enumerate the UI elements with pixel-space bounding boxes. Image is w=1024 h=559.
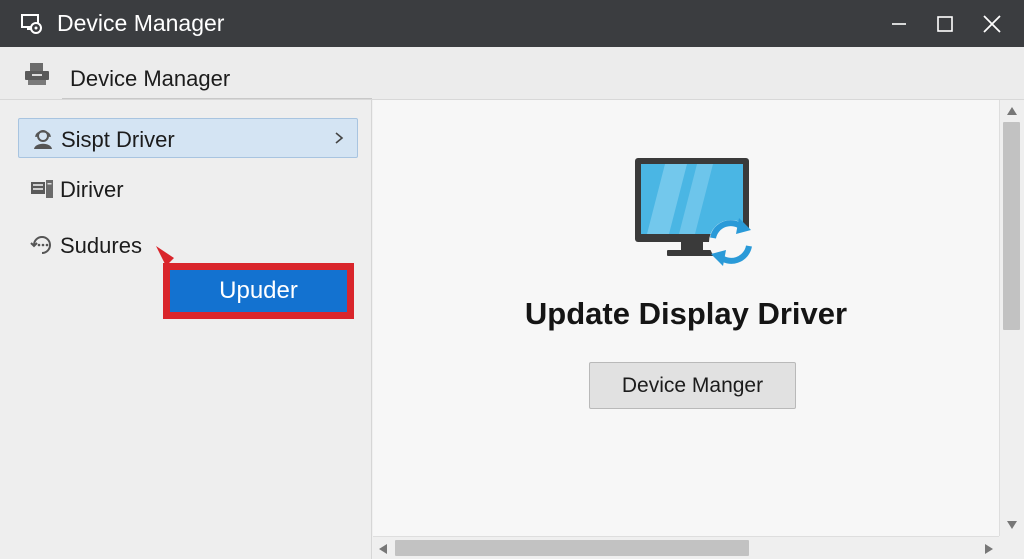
- sidebar-item-label: Sudures: [60, 233, 142, 258]
- header-divider: [62, 98, 372, 99]
- sidebar-item-sispt-driver[interactable]: Sispt Driver: [18, 118, 358, 158]
- sidebar-item-sudures[interactable]: Sudures: [18, 225, 358, 265]
- main-content: Update Display Driver Device Manger: [373, 100, 999, 536]
- device-manager-icon: [25, 63, 49, 85]
- user-support-icon: [34, 130, 52, 149]
- scroll-right-icon[interactable]: [984, 543, 994, 555]
- title-bar: Device Manager: [0, 0, 1024, 47]
- driver-panel-icon: [31, 180, 53, 198]
- sidebar-item-diriver[interactable]: Diriver: [18, 169, 358, 209]
- vertical-scrollbar[interactable]: [999, 100, 1024, 536]
- sidebar-item-label: Sispt Driver: [61, 127, 175, 152]
- chevron-right-icon: [335, 132, 344, 144]
- header-title: Device Manager: [70, 66, 231, 91]
- minimize-icon: [892, 23, 906, 25]
- horizontal-scroll-thumb[interactable]: [395, 540, 749, 556]
- update-callout-highlight: Upuder: [163, 263, 354, 319]
- horizontal-scrollbar[interactable]: [373, 536, 999, 559]
- close-icon: [983, 15, 1001, 33]
- scrollbar-corner: [999, 536, 1024, 559]
- vertical-scroll-thumb[interactable]: [1003, 122, 1020, 330]
- device-refresh-icon: [30, 236, 51, 254]
- scroll-down-icon[interactable]: [1006, 520, 1018, 530]
- scroll-up-icon[interactable]: [1006, 106, 1018, 116]
- window-title: Device Manager: [57, 10, 225, 36]
- device-manager-app-icon: [21, 14, 42, 34]
- sidebar: Sispt Driver Diriver Sudures: [0, 100, 372, 559]
- monitor-update-icon: [635, 158, 753, 266]
- scroll-left-icon[interactable]: [378, 543, 388, 555]
- close-button[interactable]: [977, 10, 1007, 38]
- device-manager-button[interactable]: Device Manger: [589, 362, 796, 409]
- maximize-icon: [937, 16, 953, 32]
- page-title: Update Display Driver: [524, 296, 848, 331]
- sidebar-item-label: Diriver: [60, 177, 124, 202]
- app-header: Device Manager: [0, 47, 1024, 100]
- minimize-button[interactable]: [884, 10, 914, 38]
- maximize-button[interactable]: [930, 10, 960, 38]
- update-button[interactable]: Upuder: [170, 270, 347, 312]
